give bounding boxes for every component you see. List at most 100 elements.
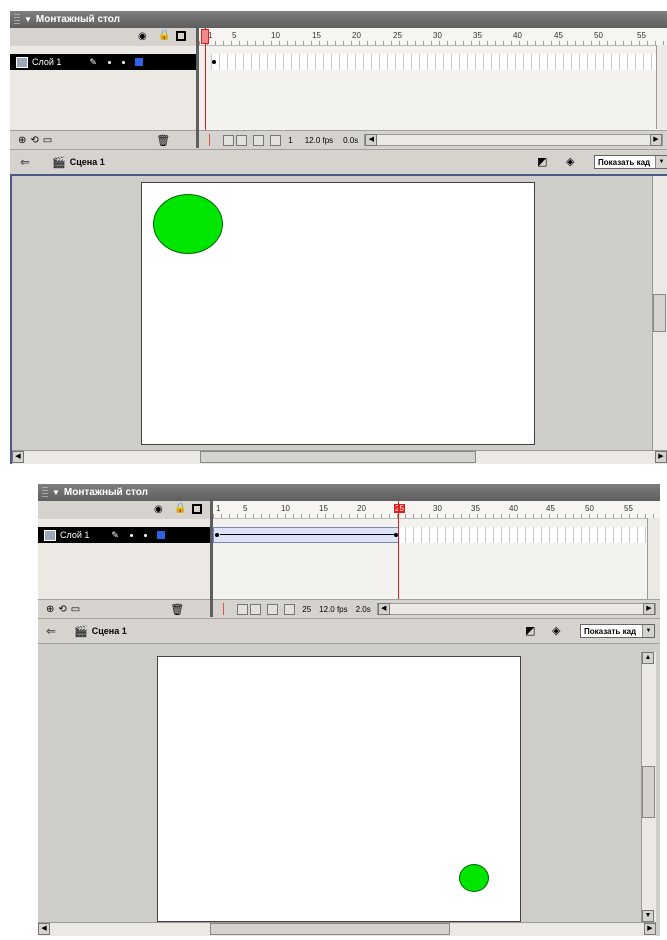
ruler-tick: 20 [357,504,366,513]
keyframe-dot[interactable] [215,533,219,537]
current-frame: 25 [302,604,312,614]
edit-multiple-icon[interactable] [253,134,265,146]
layer-icon [16,56,28,68]
ruler-tick: 30 [433,31,442,40]
panel-titlebar[interactable]: ▼ Монтажный стол [38,484,660,501]
ruler-tick: 1 [216,504,221,513]
scroll-right-icon[interactable]: ▶ [643,603,655,615]
stage-viewport[interactable]: ◀ ▶ [10,174,667,464]
scroll-thumb[interactable] [642,766,655,818]
lock-icon[interactable]: 🔒 [174,503,186,514]
outline-square-icon[interactable] [176,31,186,41]
green-circle[interactable] [459,864,489,892]
add-folder-icon[interactable]: ▭ [71,604,80,615]
stage-viewport[interactable]: ▲ ▼ ◀ ▶ [38,643,660,936]
frame-ruler[interactable]: 1 5 10 15 20 25 30 35 40 45 50 55 [213,501,660,519]
trash-icon[interactable]: 🗑 [170,603,184,616]
outline-square-icon[interactable] [192,504,202,514]
scroll-thumb[interactable] [653,294,666,332]
add-folder-icon[interactable]: ▭ [43,135,52,146]
edit-symbols-icon[interactable]: ◩ [525,624,535,637]
eye-icon[interactable]: ◉ [154,504,163,515]
layer-icon [44,529,56,541]
layer-row-1[interactable]: Слой 1 ✎ [10,54,196,70]
collapse-triangle-icon[interactable]: ▼ [24,15,32,24]
layer-row-1[interactable]: Слой 1 ✎ [38,527,210,543]
elapsed-time: 0.0s [343,135,359,145]
keyframe-dot[interactable] [212,60,216,64]
playhead-head[interactable] [201,29,209,44]
timeline-horizontal-scrollbar[interactable]: ◀ ▶ [376,603,656,615]
stage-horizontal-scrollbar[interactable]: ◀ ▶ [12,450,667,464]
trash-icon[interactable]: 🗑 [156,134,170,147]
edit-scene-icon[interactable]: ◈ [566,155,574,168]
scroll-right-icon[interactable]: ▶ [650,134,662,146]
chevron-down-icon[interactable]: ▼ [655,156,667,168]
layer-frames-row[interactable] [211,54,667,70]
center-frame-icon[interactable]: │ [207,135,213,146]
lock-dot-icon[interactable] [143,533,147,537]
ruler-tick: 40 [509,504,518,513]
stage-vertical-scrollbar[interactable]: ▲ ▼ [641,652,656,922]
vertical-scrollbar[interactable] [647,518,660,600]
onion-outline-icon[interactable] [236,134,248,146]
add-layer-icon[interactable]: ⊕ [18,135,26,146]
grip-icon[interactable] [14,13,20,26]
scene-name[interactable]: Сцена 1 [70,157,105,167]
back-arrow-icon[interactable]: ⇐ [46,624,56,638]
scroll-thumb[interactable] [210,923,450,935]
add-layer-icon[interactable]: ⊕ [46,604,54,615]
stage-canvas[interactable] [141,182,535,445]
panel-titlebar[interactable]: ▼ Монтажный стол [10,11,667,28]
visibility-dot-icon[interactable] [107,60,111,64]
back-arrow-icon[interactable]: ⇐ [20,155,30,169]
stage-horizontal-scrollbar[interactable]: ◀ ▶ [38,922,656,936]
onion-skin-icon[interactable] [237,603,249,615]
onion-markers-icon[interactable] [284,603,296,615]
green-circle[interactable] [153,194,223,254]
view-dropdown[interactable]: Показать кад ▼ [594,155,667,169]
scroll-left-icon[interactable]: ◀ [377,603,390,615]
view-dropdown[interactable]: Показать кад ▼ [580,624,655,638]
scene-clapper-icon[interactable]: 🎬 [52,156,66,169]
onion-markers-icon[interactable] [270,134,282,146]
outline-color-icon[interactable] [134,58,143,66]
collapse-triangle-icon[interactable]: ▼ [52,488,60,497]
frame-ruler[interactable]: 1 5 10 15 20 25 30 35 40 45 50 55 [199,28,667,46]
scroll-thumb[interactable] [200,451,476,463]
lock-dot-icon[interactable] [121,60,125,64]
scene-name[interactable]: Сцена 1 [92,626,127,636]
scroll-down-icon[interactable]: ▼ [642,910,654,922]
onion-skin-icon[interactable] [223,134,235,146]
layer-frames-row[interactable] [213,527,660,543]
eye-icon[interactable]: ◉ [138,31,147,42]
scroll-right-icon[interactable]: ▶ [644,923,656,935]
vertical-scrollbar[interactable] [656,45,667,129]
add-guide-layer-icon[interactable]: ⟲ [58,604,66,615]
onion-outline-icon[interactable] [250,603,262,615]
pencil-icon: ✎ [89,56,97,67]
scene-clapper-icon[interactable]: 🎬 [74,625,88,638]
grip-icon[interactable] [42,486,48,499]
motion-tween-span[interactable] [213,527,399,543]
scroll-up-icon[interactable]: ▲ [642,652,654,664]
edit-multiple-icon[interactable] [267,603,279,615]
edit-scene-icon[interactable]: ◈ [552,624,560,637]
visibility-dot-icon[interactable] [129,533,133,537]
stage-canvas[interactable] [157,656,521,922]
edit-symbols-icon[interactable]: ◩ [537,155,547,168]
panel-title: Монтажный стол [63,487,148,498]
scroll-left-icon[interactable]: ◀ [365,134,378,146]
scroll-right-icon[interactable]: ▶ [655,451,667,463]
center-frame-icon[interactable]: │ [221,604,227,615]
scroll-left-icon[interactable]: ◀ [38,923,50,935]
lock-icon[interactable]: 🔒 [158,30,170,41]
pencil-icon: ✎ [111,529,119,540]
scroll-left-icon[interactable]: ◀ [12,451,24,463]
stage-vertical-scrollbar[interactable] [652,176,667,451]
chevron-down-icon[interactable]: ▼ [642,625,654,637]
playhead[interactable] [398,501,399,600]
outline-color-icon[interactable] [156,531,165,539]
add-guide-layer-icon[interactable]: ⟲ [30,135,38,146]
timeline-horizontal-scrollbar[interactable]: ◀ ▶ [364,134,663,146]
